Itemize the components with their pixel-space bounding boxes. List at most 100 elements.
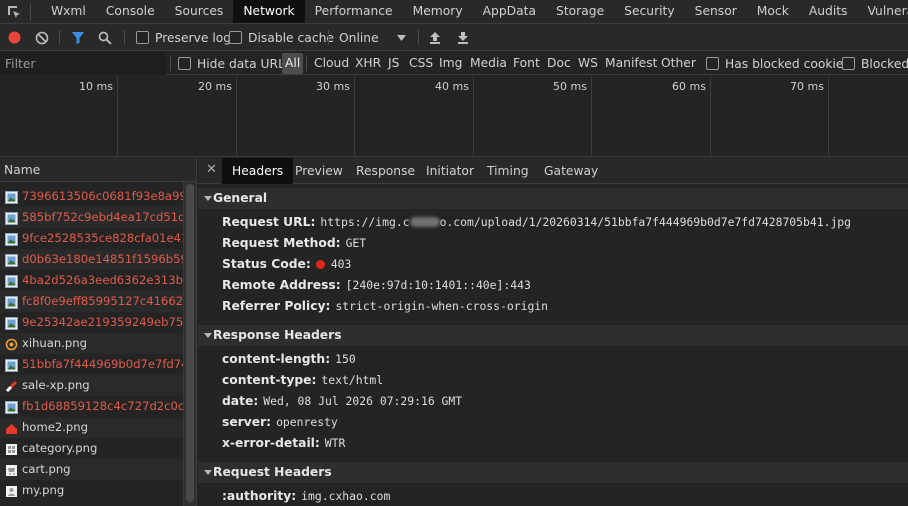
filter-button[interactable] (71, 24, 85, 51)
type-filter-doc[interactable]: Doc (544, 53, 574, 74)
request-row[interactable]: xihuan.png (0, 333, 183, 354)
request-row[interactable]: 7396613506c0681f93e8a99fb04 (0, 186, 183, 207)
timeline-tick-label: 20 ms (198, 80, 232, 93)
request-row[interactable]: my.png (0, 480, 183, 501)
timeline-tick-label: 50 ms (553, 80, 587, 93)
referrer-policy-value: strict-origin-when-cross-origin (335, 299, 549, 313)
clear-button[interactable] (35, 24, 49, 51)
request-row[interactable]: sale-xp.png (0, 375, 183, 396)
import-har-button[interactable] (429, 24, 441, 51)
request-row[interactable]: d0b63e180e14851f1596b598f40 (0, 249, 183, 270)
details-tab-initiator[interactable]: Initiator (416, 158, 484, 184)
has-blocked-cookies-box[interactable] (706, 57, 719, 70)
request-name: fb1d68859128c4c727d2c0c16a. (22, 399, 183, 413)
type-filter-ws[interactable]: WS (575, 53, 601, 74)
disable-cache-checkbox[interactable]: Disable cache (229, 24, 334, 51)
request-list-scrollbar[interactable] (183, 182, 196, 506)
request-row[interactable]: fc8f0e9eff85995127c416627eb5 (0, 291, 183, 312)
details-tab-timing[interactable]: Timing (477, 158, 539, 184)
request-name: category.png (22, 441, 98, 455)
request-method-value: GET (345, 236, 367, 250)
tab-sensor[interactable]: Sensor (685, 0, 747, 23)
blocked-requests-box[interactable] (842, 57, 855, 70)
header-row: :authority: img.cxhao.com (222, 486, 390, 506)
tab-storage[interactable]: Storage (546, 0, 614, 23)
type-filter-css[interactable]: CSS (406, 53, 436, 74)
tab-sources[interactable]: Sources (165, 0, 234, 23)
request-row[interactable]: 51bbfa7f444969b0d7e7fd74287 (0, 354, 183, 375)
type-filter-media[interactable]: Media (467, 53, 510, 74)
tab-console[interactable]: Console (96, 0, 165, 23)
request-row[interactable]: category.png (0, 438, 183, 459)
tab-mock[interactable]: Mock (747, 0, 799, 23)
throttling-dropdown-arrow[interactable] (397, 24, 406, 51)
status-code-label: Status Code: (222, 257, 311, 271)
timeline-overview[interactable]: 10 ms 20 ms 30 ms 40 ms 50 ms 60 ms 70 m… (0, 76, 908, 157)
throttling-select[interactable]: Online (339, 24, 379, 51)
disable-cache-box[interactable] (229, 31, 242, 44)
inspect-element-icon[interactable] (6, 4, 22, 20)
request-name: xihuan.png (22, 336, 87, 350)
record-button[interactable] (8, 24, 21, 51)
type-filter-js[interactable]: JS (385, 53, 402, 74)
header-name: :authority: (222, 489, 297, 503)
details-tab-gateway[interactable]: Gateway (534, 158, 608, 184)
tab-wxml[interactable]: Wxml (41, 0, 96, 23)
type-filter-cloud[interactable]: Cloud (311, 53, 352, 74)
devtools-tabs: Wxml Console Sources Network Performance… (41, 0, 908, 23)
type-filter-manifest[interactable]: Manifest (602, 53, 660, 74)
tab-appdata[interactable]: AppData (473, 0, 546, 23)
request-row[interactable]: fb1d68859128c4c727d2c0c16a. (0, 396, 183, 417)
close-details-icon[interactable]: ✕ (206, 162, 217, 177)
timeline-tick-label: 30 ms (316, 80, 350, 93)
search-button[interactable] (98, 24, 112, 51)
type-filter-all[interactable]: All (282, 53, 304, 74)
header-value: img.cxhao.com (301, 489, 391, 503)
request-row[interactable]: 9fce2528535ce828cfa01e4118e. (0, 228, 183, 249)
filter-separator (306, 56, 307, 71)
details-tab-preview[interactable]: Preview (285, 158, 353, 184)
request-row[interactable]: 4ba2d526a3eed6362e313bd1b. (0, 270, 183, 291)
request-row[interactable]: 585bf752c9ebd4ea17cd51da50 (0, 207, 183, 228)
tab-performance[interactable]: Performance (305, 0, 403, 23)
blocked-requests-checkbox[interactable]: Blocked (842, 52, 908, 75)
type-filter-img[interactable]: Img (436, 53, 465, 74)
tab-vulnerability[interactable]: Vulnerabili (857, 0, 908, 23)
timeline-tick: 20 ms (118, 76, 237, 157)
request-row[interactable]: 9e25342ae219359249eb750393. (0, 312, 183, 333)
tab-network[interactable]: Network (233, 0, 305, 23)
name-column-header[interactable]: Name (0, 158, 196, 182)
type-filter-font[interactable]: Font (510, 53, 543, 74)
request-name: 9e25342ae219359249eb750393. (22, 315, 183, 329)
general-section-header[interactable]: General (198, 188, 908, 209)
response-headers-section-header[interactable]: Response Headers (198, 325, 908, 346)
tab-audits[interactable]: Audits (799, 0, 858, 23)
tab-bar-separator (30, 4, 31, 20)
export-har-button[interactable] (457, 24, 469, 51)
header-row: x-error-detail: WTR (222, 433, 345, 454)
preserve-log-checkbox[interactable]: Preserve log (136, 24, 231, 51)
filter-input[interactable] (0, 52, 166, 75)
scrollbar-thumb[interactable] (186, 184, 194, 502)
details-tab-headers[interactable]: Headers (222, 158, 294, 184)
header-value: Wed, 08 Jul 2026 07:29:16 GMT (263, 394, 463, 408)
type-filter-xhr[interactable]: XHR (352, 53, 384, 74)
request-method-row: Request Method: GET (222, 233, 366, 254)
preserve-log-box[interactable] (136, 31, 149, 44)
type-filter-other[interactable]: Other (658, 53, 699, 74)
hide-data-urls-checkbox[interactable]: Hide data URLs (178, 52, 291, 75)
has-blocked-cookies-checkbox[interactable]: Has blocked cookies (706, 52, 850, 75)
image-file-icon (5, 316, 18, 330)
details-tab-response[interactable]: Response (346, 158, 425, 184)
request-row[interactable]: home2.png (0, 417, 183, 438)
request-row[interactable]: cart.png (0, 459, 183, 480)
tab-security[interactable]: Security (614, 0, 685, 23)
request-headers-section-header[interactable]: Request Headers (198, 462, 908, 483)
tab-memory[interactable]: Memory (403, 0, 473, 23)
header-row: content-type: text/html (222, 370, 383, 391)
search-icon (98, 31, 112, 45)
response-headers-title: Response Headers (213, 328, 342, 342)
header-row: content-length: 150 (222, 349, 356, 370)
hide-data-urls-box[interactable] (178, 57, 191, 70)
toolbar-separator (59, 30, 60, 45)
